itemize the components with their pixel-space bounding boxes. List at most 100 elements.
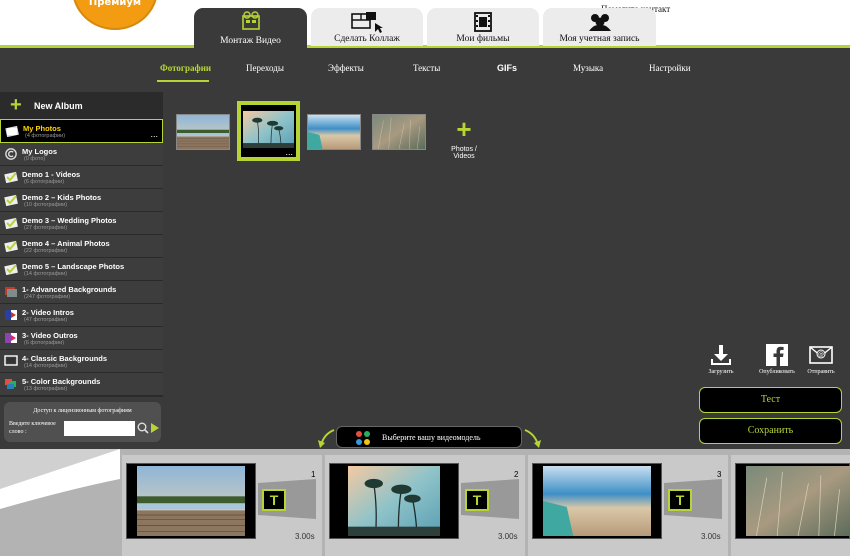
storyboard-decoration [0,449,120,556]
album-item[interactable]: Demo 1 - Videos (6 фотографии) [0,166,163,189]
text-transition-icon: T [262,489,286,511]
album-item[interactable]: 5- Color Backgrounds (13 фотографии) [0,373,163,396]
album-item[interactable]: Demo 5 – Landscape Photos (14 фотографии… [0,258,163,281]
slot-number: 1 [311,470,316,479]
search-label: Введите ключевое слово : [9,420,56,436]
publish-button[interactable]: Опубликовать [757,343,797,375]
album-item[interactable]: 3- Video Outros (6 фотографии) [0,327,163,350]
film-reel-icon [474,12,492,32]
album-item[interactable]: My Photos (4 фотографии) ... [0,119,163,143]
intro-icon [5,310,17,320]
photo-thumbnail[interactable] [176,114,230,150]
subnav-music[interactable]: Музыка [573,63,603,73]
color-backgrounds-icon [5,379,16,389]
text-transition-icon: T [668,489,692,511]
album-name: Demo 2 – Kids Photos [22,193,102,202]
send-label: Отправить [807,369,835,375]
album-count: (0 фото) [24,156,46,162]
slot-image [137,466,245,536]
album-item[interactable]: 4- Classic Backgrounds (14 фотографии) [0,350,163,373]
classic-backgrounds-icon [4,355,18,366]
subnav-effects[interactable]: Эффекты [328,63,364,73]
tab-label: Моя учетная запись [559,34,640,44]
storyboard-slot[interactable]: T 2 3.00s [325,455,525,556]
album-icon [4,194,18,206]
tab-video-edit[interactable]: Монтаж Видео [194,8,307,48]
transition-slot[interactable]: T [258,479,316,519]
album-count: (22 фотографии) [24,248,68,254]
photo-thumbnail[interactable] [372,114,426,150]
search-title: Доступ к лицензионным фотографиям [33,408,132,414]
save-button[interactable]: Сохранить [699,418,842,444]
slot-duration: 3.00s [295,532,315,541]
photo-thumbnail-selected[interactable]: ... [237,101,300,161]
album-more-button[interactable]: ... [150,129,158,139]
subnav-photos[interactable]: Фотографии [160,63,211,73]
album-item[interactable]: 1- Advanced Backgrounds (247 фотографии) [0,281,163,304]
photo-thumbnail[interactable] [307,114,361,150]
slot-image [348,466,440,536]
album-item[interactable]: Demo 3 – Wedding Photos (27 фотографии) [0,212,163,235]
slot-duration: 3.00s [701,532,721,541]
tab-label: Мои фильмы [456,34,510,44]
subnav-transitions[interactable]: Переходы [246,63,284,73]
add-media-label-line1: Photos / [451,146,477,153]
transition-slot[interactable]: T [664,479,722,519]
album-item[interactable]: Demo 4 – Animal Photos (22 фотографии) [0,235,163,258]
storyboard-slot[interactable] [731,455,850,556]
video-model-label: Выберите вашу видеомодель [382,433,481,442]
subnav-gifs[interactable]: GIFs [497,63,517,73]
album-icon [5,125,19,137]
album-icon [4,217,18,229]
slot-frame [735,463,850,539]
search-icon[interactable] [137,422,149,434]
film-edit-icon [241,11,260,30]
tab-my-films[interactable]: Мои фильмы [427,8,539,46]
album-item[interactable]: My Logos (0 фото) [0,143,163,166]
tab-label: Сделать Коллаж [334,34,400,44]
transition-slot[interactable]: T [461,479,519,519]
test-button[interactable]: Тест [699,387,842,413]
album-sidebar: + New Album My Photos (4 фотографии) ...… [0,92,163,397]
album-count: (14 фотографии) [24,363,68,369]
slot-number: 3 [717,470,722,479]
new-album-label: New Album [34,101,83,111]
subnav-settings[interactable]: Настройки [649,63,691,73]
album-count: (13 фотографии) [24,386,68,392]
album-count: (47 фотографии) [24,317,68,323]
go-arrow-icon[interactable] [150,422,160,434]
slot-frame [126,463,256,539]
new-album-button[interactable]: + New Album [0,92,163,119]
search-label-line2: слово : [9,429,27,435]
album-name: 4- Classic Backgrounds [22,354,108,363]
subnav-active-underline [157,80,209,82]
send-button[interactable]: @ Отправить [801,343,841,375]
album-name: 2- Video Intros [22,308,74,317]
slot-image [543,466,651,536]
arrow-left-icon [318,429,335,448]
premium-label: Премиум [88,0,142,8]
download-button[interactable]: Загрузить [701,343,741,375]
album-item[interactable]: 2- Video Intros (47 фотографии) [0,304,163,327]
storyboard-slot[interactable]: T 3 3.00s [528,455,728,556]
thumbnail-more-button[interactable]: ... [285,147,293,157]
sub-navigation: Фотографии Переходы Эффекты Тексты GIFs … [0,48,850,92]
album-icon [4,263,18,275]
palette-icon [356,431,370,445]
svg-text:@: @ [818,351,824,358]
slot-frame [329,463,459,539]
slot-duration: 3.00s [498,532,518,541]
album-name: 3- Video Outros [22,331,78,340]
video-model-selector[interactable]: Выберите вашу видеомодель [336,426,522,448]
keyword-search-input[interactable] [64,421,135,436]
album-item[interactable]: Demo 2 – Kids Photos (10 фотографии) [0,189,163,212]
tab-my-account[interactable]: Моя учетная запись [543,8,656,46]
album-name: Demo 1 - Videos [22,170,81,179]
album-count: (6 фотографии) [24,340,65,346]
tab-collage[interactable]: Сделать Коллаж [311,8,423,46]
add-media-label-line2: Videos [453,153,475,160]
add-photos-videos-button[interactable]: + Photos / Videos [446,116,482,160]
album-count: (6 фотографии) [24,179,65,185]
storyboard-slot[interactable]: T 1 3.00s [122,455,322,556]
subnav-texts[interactable]: Тексты [413,63,440,73]
